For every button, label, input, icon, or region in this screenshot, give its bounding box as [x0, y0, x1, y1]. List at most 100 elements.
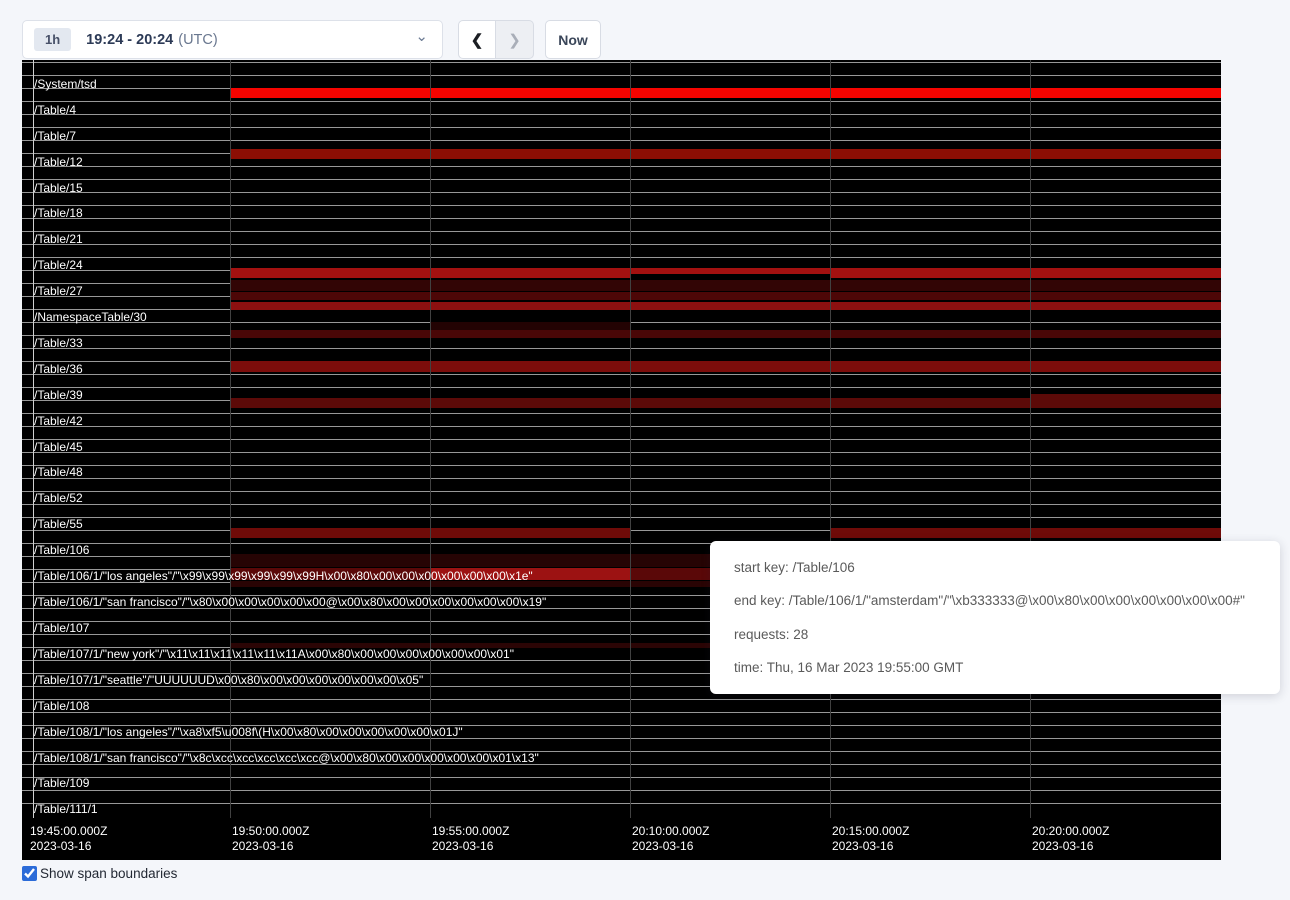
- span-boundary-line: [22, 439, 1221, 440]
- time-axis-date-label: 2023-03-16: [1032, 839, 1093, 854]
- span-boundary-line: [22, 75, 1221, 76]
- span-boundary-line: [22, 452, 1221, 453]
- time-axis-date-label: 2023-03-16: [30, 839, 91, 854]
- heat-band: [230, 361, 1221, 372]
- time-nav-group: ❮ ❯: [458, 20, 534, 59]
- span-boundary-line: [22, 101, 1221, 102]
- span-boundary-line: [22, 179, 1221, 180]
- time-axis-label: 19:50:00.000Z: [232, 824, 309, 839]
- tooltip-end-key: end key: /Table/106/1/"amsterdam"/"\xb33…: [734, 593, 1256, 608]
- span-key-label: /Table/7: [34, 129, 76, 143]
- heat-band: [830, 268, 1221, 278]
- span-key-label: /Table/108/1/"los angeles"/"\xa8\xf5\u00…: [34, 725, 463, 739]
- tooltip-requests: requests: 28: [734, 627, 1256, 642]
- span-key-label: /Table/45: [34, 440, 83, 454]
- now-button[interactable]: Now: [545, 20, 601, 59]
- span-boundary-line: [22, 205, 1221, 206]
- span-key-label: /Table/107/1/"seattle"/"UUUUUUD\x00\x80\…: [34, 673, 423, 687]
- time-axis-date-label: 2023-03-16: [632, 839, 693, 854]
- span-key-label: /Table/12: [34, 155, 83, 169]
- span-key-label: /Table/52: [34, 491, 83, 505]
- prev-time-button[interactable]: ❮: [458, 20, 496, 59]
- next-time-button[interactable]: ❯: [496, 20, 534, 59]
- span-key-label: /Table/106: [34, 543, 89, 557]
- time-range-dropdown[interactable]: 1h 19:24 - 20:24 (UTC) ⌄: [22, 20, 443, 59]
- time-axis-label: 20:20:00.000Z: [1032, 824, 1109, 839]
- heat-band: [230, 292, 1221, 300]
- time-preset-badge: 1h: [34, 28, 71, 51]
- span-key-label: /Table/107/1/"new york"/"\x11\x11\x11\x1…: [34, 647, 514, 661]
- span-boundary-line: [22, 491, 1221, 492]
- heat-band: [1030, 394, 1221, 408]
- time-axis-date-label: 2023-03-16: [232, 839, 293, 854]
- span-boundary-line: [22, 127, 1221, 128]
- time-range-text: 19:24 - 20:24: [86, 32, 173, 48]
- span-boundary-line: [22, 218, 1221, 219]
- heat-band: [830, 528, 1221, 538]
- span-key-label: /Table/108/1/"san francisco"/"\x8c\xcc\x…: [34, 751, 539, 765]
- time-axis-label: 20:10:00.000Z: [632, 824, 709, 839]
- key-visualizer-canvas[interactable]: /System/tsd/Table/4/Table/7/Table/12/Tab…: [22, 60, 1221, 860]
- hover-tooltip: start key: /Table/106 end key: /Table/10…: [710, 541, 1280, 694]
- span-key-label: /Table/24: [34, 258, 83, 272]
- span-boundary-line: [22, 777, 1221, 778]
- span-boundary-line: [22, 244, 1221, 245]
- time-gridline: [430, 60, 431, 818]
- time-gridline: [230, 60, 231, 818]
- span-boundary-line: [22, 790, 1221, 791]
- time-axis-label: 20:15:00.000Z: [832, 824, 909, 839]
- heat-band: [230, 280, 1221, 291]
- span-key-label: /Table/106/1/"los angeles"/"\x99\x99\x99…: [34, 569, 533, 583]
- span-key-label: /Table/18: [34, 206, 83, 220]
- heat-band: [230, 88, 1221, 98]
- span-boundary-line: [22, 699, 1221, 700]
- time-zone-text: (UTC): [178, 32, 217, 48]
- tooltip-time: time: Thu, 16 Mar 2023 19:55:00 GMT: [734, 660, 1256, 675]
- span-boundary-line: [22, 465, 1221, 466]
- span-key-label: /Table/4: [34, 103, 76, 117]
- span-key-label: /Table/109: [34, 776, 89, 790]
- heat-band: [230, 330, 1221, 338]
- span-key-label: /Table/36: [34, 362, 83, 376]
- heat-band: [630, 268, 830, 274]
- span-boundary-line: [22, 140, 1221, 141]
- span-boundary-line: [22, 426, 1221, 427]
- heat-band: [230, 302, 1221, 310]
- time-gridline: [830, 60, 831, 818]
- span-key-label: /Table/33: [34, 336, 83, 350]
- tooltip-start-key: start key: /Table/106: [734, 560, 1256, 575]
- span-boundary-line: [22, 803, 1221, 804]
- span-boundary-line: [22, 478, 1221, 479]
- span-boundary-line: [22, 192, 1221, 193]
- span-boundary-line: [22, 114, 1221, 115]
- span-key-label: /Table/15: [34, 181, 83, 195]
- span-key-label: /System/tsd: [34, 77, 97, 91]
- span-key-label: /Table/42: [34, 414, 83, 428]
- show-span-boundaries-label: Show span boundaries: [40, 866, 177, 881]
- chevron-right-icon: ❯: [508, 31, 521, 49]
- span-key-label: /Table/48: [34, 465, 83, 479]
- span-key-label: /Table/108: [34, 699, 89, 713]
- span-boundary-line: [22, 712, 1221, 713]
- time-axis-date-label: 2023-03-16: [832, 839, 893, 854]
- span-key-label: /Table/21: [34, 232, 83, 246]
- time-axis-label: 19:45:00.000Z: [30, 824, 107, 839]
- chevron-down-icon: ⌄: [415, 27, 428, 45]
- span-key-label: /NamespaceTable/30: [34, 310, 147, 324]
- span-key-label: /Table/106/1/"san francisco"/"\x80\x00\x…: [34, 595, 546, 609]
- span-boundary-line: [22, 62, 1221, 63]
- span-boundary-line: [22, 231, 1221, 232]
- span-boundary-line: [22, 348, 1221, 349]
- time-axis-label: 19:55:00.000Z: [432, 824, 509, 839]
- time-axis-date-label: 2023-03-16: [432, 839, 493, 854]
- show-span-boundaries-checkbox[interactable]: [22, 866, 37, 881]
- chevron-left-icon: ❮: [471, 31, 484, 49]
- span-key-label: /Table/107: [34, 621, 89, 635]
- span-boundary-line: [22, 504, 1221, 505]
- span-key-label: /Table/39: [34, 388, 83, 402]
- span-key-label: /Table/27: [34, 284, 83, 298]
- span-key-label: /Table/55: [34, 517, 83, 531]
- span-boundary-line: [22, 257, 1221, 258]
- heat-band: [430, 322, 630, 330]
- span-boundary-line: [22, 413, 1221, 414]
